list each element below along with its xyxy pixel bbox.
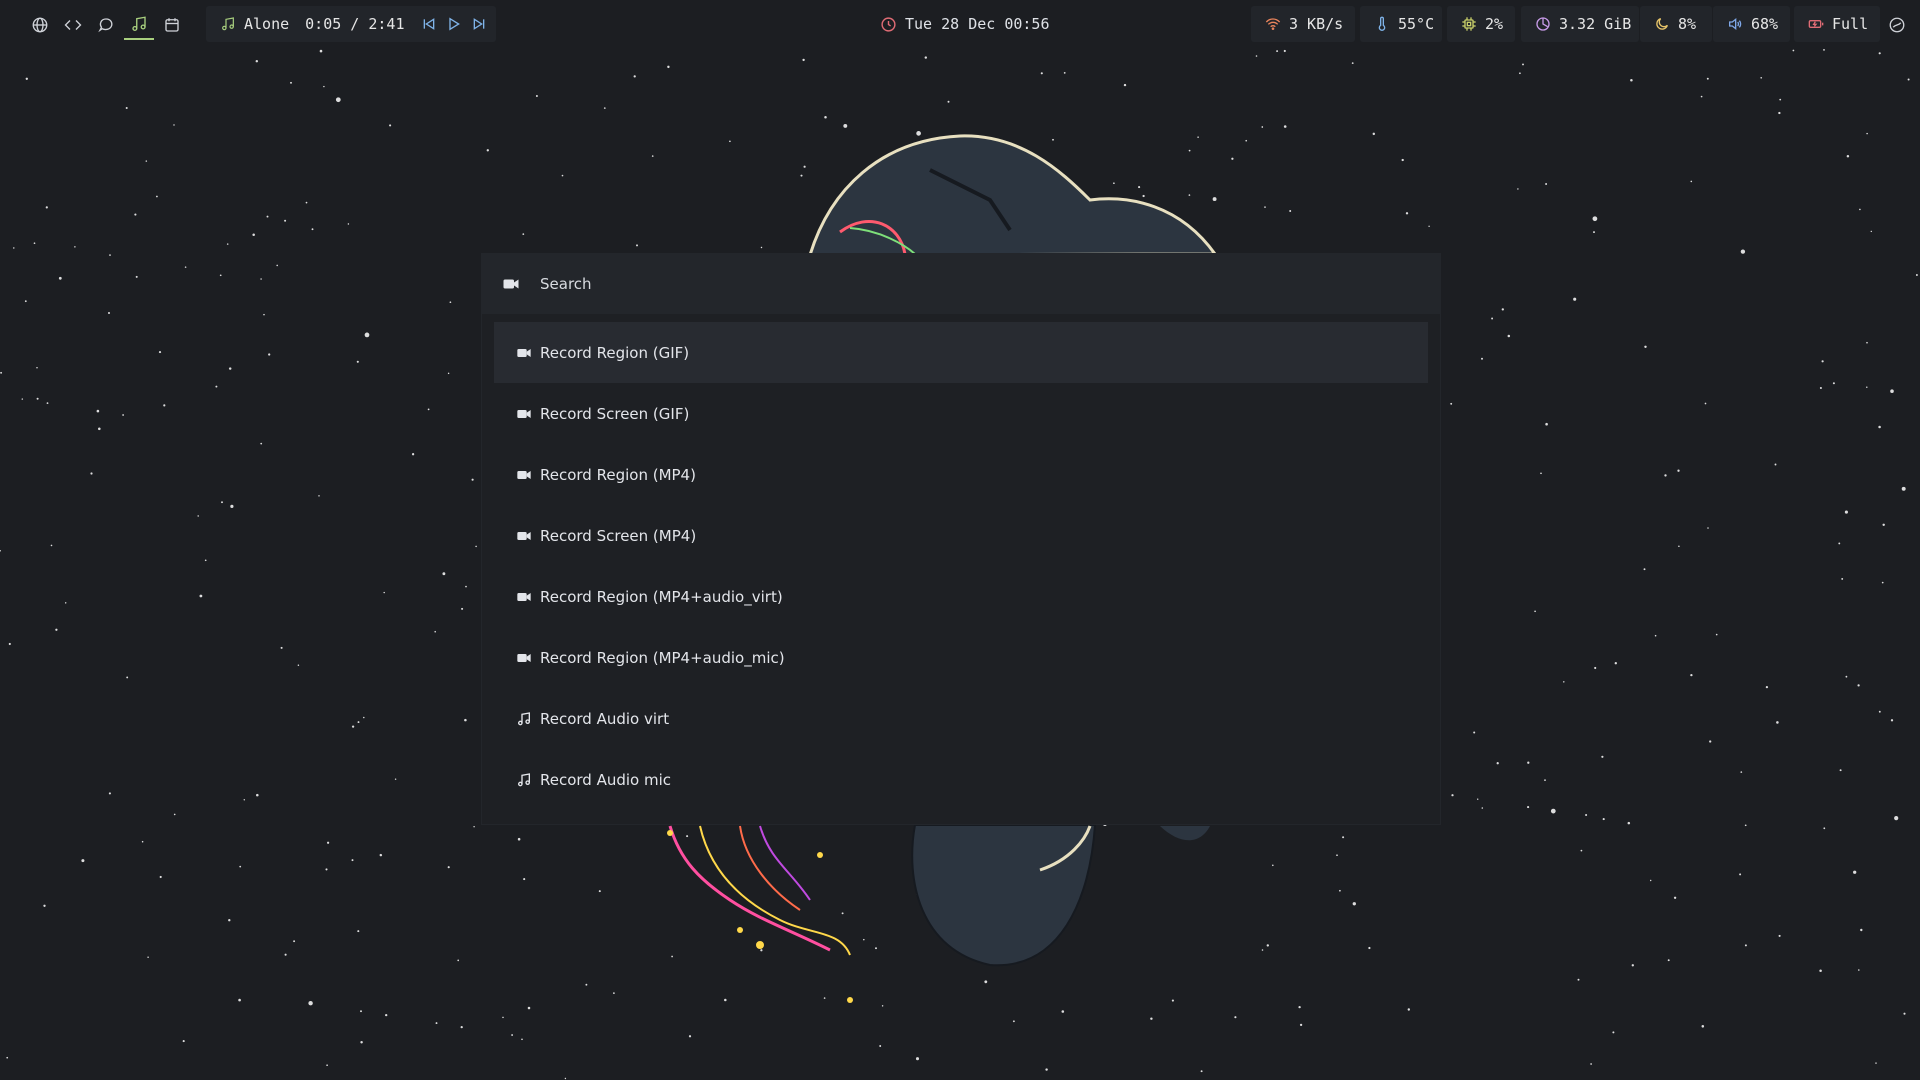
launcher-item-label: Record Region (MP4+audio_mic) bbox=[540, 648, 785, 667]
video-camera-icon bbox=[503, 279, 519, 289]
next-icon bbox=[473, 18, 484, 30]
workspace-code[interactable] bbox=[58, 10, 88, 40]
launcher-item[interactable]: Record Screen (GIF) bbox=[494, 383, 1428, 444]
power-button[interactable] bbox=[1882, 10, 1912, 40]
battery-icon bbox=[1808, 20, 1824, 28]
network-speed: 3 KB/s bbox=[1289, 15, 1344, 33]
battery-module[interactable]: Full bbox=[1794, 6, 1880, 42]
thermometer-icon bbox=[1378, 16, 1386, 31]
media-player[interactable]: Alone 0:05 / 2:41 bbox=[206, 6, 496, 42]
cpu-usage: 2% bbox=[1485, 15, 1504, 33]
video-camera-icon bbox=[517, 409, 531, 418]
battery-status: Full bbox=[1832, 15, 1869, 33]
cpu-module[interactable]: 2% bbox=[1447, 6, 1515, 42]
music-note-icon bbox=[132, 16, 146, 32]
video-camera-icon bbox=[517, 653, 531, 662]
launcher-item[interactable]: Record Region (MP4+audio_virt) bbox=[494, 566, 1428, 627]
temperature-value: 55°C bbox=[1398, 15, 1435, 33]
launcher-item[interactable]: Record Region (GIF) bbox=[494, 322, 1428, 383]
moon-icon bbox=[1656, 18, 1668, 30]
app-launcher: Record Region (GIF) Record Screen (GIF) Re… bbox=[482, 254, 1440, 824]
memory-icon bbox=[1536, 17, 1550, 31]
workspace-calendar[interactable] bbox=[157, 10, 187, 40]
music-note-icon bbox=[222, 17, 234, 31]
wifi-icon bbox=[1265, 18, 1281, 30]
network-module[interactable]: 3 KB/s bbox=[1251, 6, 1355, 42]
launcher-item-label: Record Screen (MP4) bbox=[540, 526, 697, 545]
previous-icon bbox=[423, 18, 434, 30]
globe-icon bbox=[32, 17, 48, 33]
music-note-icon bbox=[518, 772, 530, 786]
search-bar bbox=[482, 254, 1440, 314]
top-status-bar: Alone 0:05 / 2:41 Tue 28 Dec 00:56 3 KB/… bbox=[0, 0, 1920, 48]
power-icon bbox=[1889, 17, 1905, 33]
results-list: Record Region (GIF) Record Screen (GIF) Re… bbox=[494, 322, 1428, 810]
volume-module[interactable]: 68% bbox=[1713, 6, 1790, 42]
video-camera-icon bbox=[517, 348, 531, 357]
launcher-item[interactable]: Record Audio mic bbox=[494, 749, 1428, 810]
memory-module[interactable]: 3.32 GiB bbox=[1521, 6, 1639, 42]
cpu-icon bbox=[1462, 17, 1476, 31]
launcher-item-label: Record Region (MP4) bbox=[540, 465, 696, 484]
temperature-module[interactable]: 55°C bbox=[1360, 6, 1442, 42]
calendar-icon bbox=[165, 18, 179, 32]
speaker-icon bbox=[1729, 17, 1742, 31]
launcher-item[interactable]: Record Region (MP4+audio_mic) bbox=[494, 627, 1428, 688]
launcher-item-label: Record Audio mic bbox=[540, 770, 672, 789]
previous-button[interactable] bbox=[421, 16, 437, 32]
launcher-item[interactable]: Record Screen (MP4) bbox=[494, 505, 1428, 566]
brightness-value: 8% bbox=[1678, 15, 1697, 33]
clock[interactable]: Tue 28 Dec 00:56 bbox=[880, 6, 1050, 42]
search-input[interactable] bbox=[538, 274, 1242, 294]
chat-icon bbox=[98, 18, 113, 33]
video-camera-icon bbox=[517, 592, 531, 601]
workspace-globe[interactable] bbox=[25, 10, 55, 40]
workspace-chat[interactable] bbox=[91, 10, 121, 40]
code-icon bbox=[64, 20, 82, 30]
music-note-icon bbox=[518, 711, 530, 725]
memory-usage: 3.32 GiB bbox=[1559, 15, 1632, 33]
media-time: 0:05 / 2:41 bbox=[305, 15, 405, 33]
volume-value: 68% bbox=[1751, 15, 1779, 33]
launcher-item[interactable]: Record Audio virt bbox=[494, 688, 1428, 749]
video-camera-icon bbox=[517, 531, 531, 540]
clock-text: Tue 28 Dec 00:56 bbox=[905, 15, 1050, 33]
launcher-item-label: Record Region (MP4+audio_virt) bbox=[540, 587, 783, 606]
launcher-item-label: Record Audio virt bbox=[540, 709, 670, 728]
clock-icon bbox=[881, 16, 896, 32]
play-button[interactable] bbox=[446, 16, 462, 32]
workspace-music[interactable] bbox=[124, 10, 154, 40]
launcher-item-label: Record Region (GIF) bbox=[540, 343, 690, 362]
play-icon bbox=[448, 17, 460, 31]
video-camera-icon bbox=[517, 470, 531, 479]
launcher-item[interactable]: Record Region (MP4) bbox=[494, 444, 1428, 505]
launcher-item-label: Record Screen (GIF) bbox=[540, 404, 690, 423]
media-title: Alone bbox=[244, 15, 290, 33]
brightness-module[interactable]: 8% bbox=[1640, 6, 1712, 42]
next-button[interactable] bbox=[471, 16, 487, 32]
